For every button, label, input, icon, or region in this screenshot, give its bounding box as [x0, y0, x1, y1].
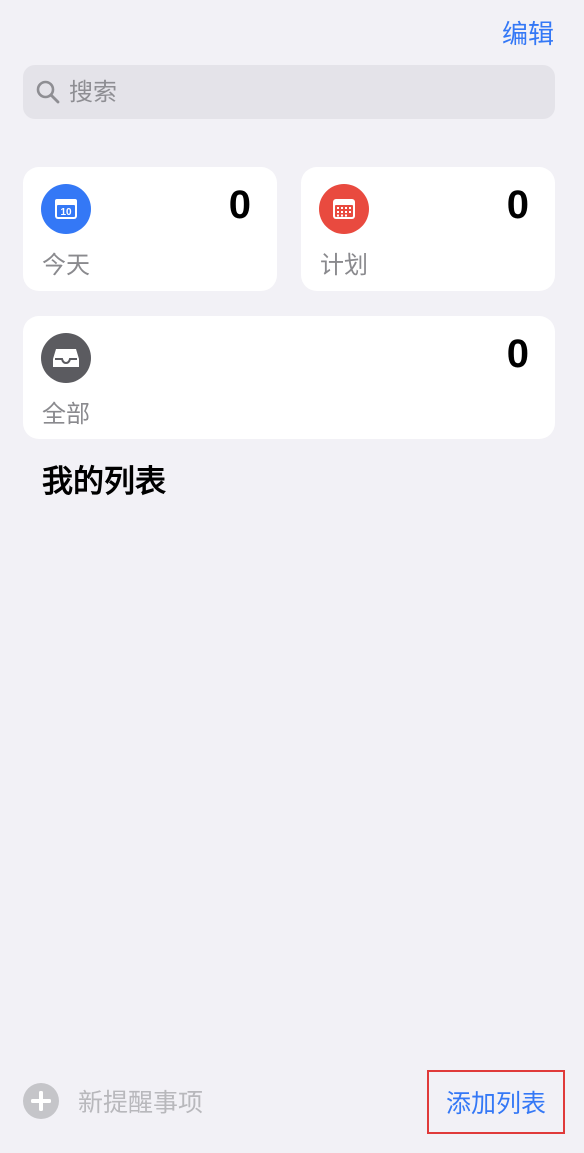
smart-list-count: 0	[228, 183, 251, 227]
search-bar[interactable]	[23, 65, 555, 119]
new-reminder-button[interactable]: 新提醒事项	[22, 1082, 203, 1120]
smart-list-label: 计划	[320, 251, 368, 279]
calendar-today-icon: 10	[41, 184, 91, 234]
smart-list-scheduled[interactable]: 0 计划	[301, 167, 555, 291]
plus-circle-icon	[23, 1083, 59, 1119]
smart-list-all[interactable]: 0 全部	[23, 316, 555, 439]
smart-list-count: 0	[506, 183, 529, 227]
tray-icon	[41, 333, 91, 383]
smart-list-count: 0	[506, 332, 529, 376]
search-icon	[36, 80, 60, 104]
new-reminder-label: 新提醒事项	[78, 1088, 204, 1117]
smart-list-today[interactable]: 10 0 今天	[23, 167, 277, 291]
search-input[interactable]	[67, 77, 555, 107]
bottom-toolbar: 新提醒事项 添加列表	[0, 1068, 584, 1138]
my-lists-heading: 我的列表	[42, 464, 166, 500]
smart-list-label: 今天	[42, 251, 90, 279]
calendar-day-number: 10	[60, 207, 72, 218]
add-list-button[interactable]: 添加列表	[427, 1070, 565, 1134]
edit-button[interactable]: 编辑	[502, 14, 554, 51]
calendar-grid-icon	[319, 184, 369, 234]
smart-list-label: 全部	[42, 400, 90, 428]
